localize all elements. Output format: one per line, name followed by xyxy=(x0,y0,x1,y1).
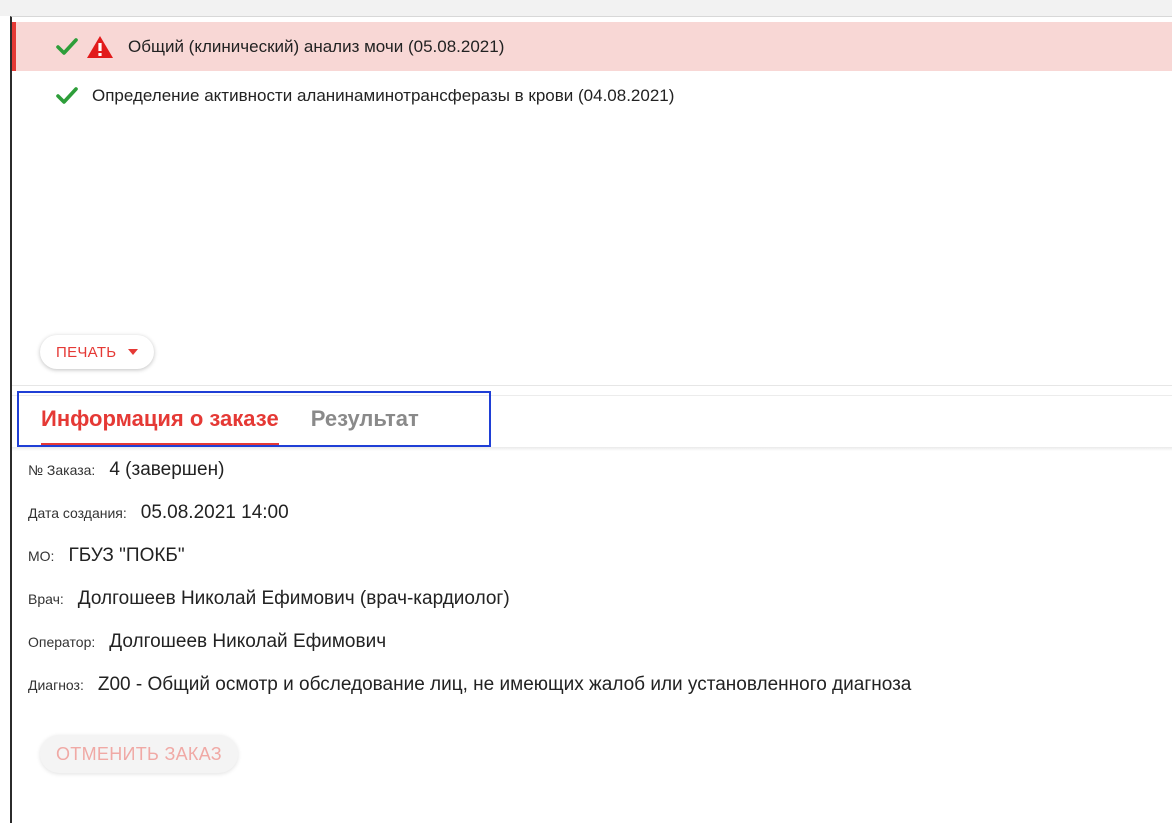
doctor-field: Врач: Долгошеев Николай Ефимович (врач-к… xyxy=(28,588,911,631)
caret-down-icon xyxy=(128,349,139,355)
operator-label: Оператор: xyxy=(28,634,96,650)
top-shade xyxy=(0,0,1172,16)
analysis-list: Общий (клинический) анализ мочи (05.08.2… xyxy=(12,22,1172,120)
created-date-label: Дата создания: xyxy=(28,505,127,521)
diagnosis-value: Z00 - Общий осмотр и обследование лиц, н… xyxy=(97,674,912,695)
tab-order-info[interactable]: Информация о заказе xyxy=(41,406,279,445)
analysis-item[interactable]: Общий (клинический) анализ мочи (05.08.2… xyxy=(12,22,1172,71)
order-number-label: № Заказа: xyxy=(28,462,96,478)
tab-bar: Информация о заказе Результат xyxy=(17,391,491,447)
diagnosis-field: Диагноз: Z00 - Общий осмотр и обследован… xyxy=(28,674,911,717)
created-date-field: Дата создания: 05.08.2021 14:00 xyxy=(28,502,911,545)
analysis-item-label: Определение активности аланинаминотрансф… xyxy=(92,85,675,105)
order-info: № Заказа: 4 (завершен) Дата создания: 05… xyxy=(28,459,911,717)
operator-value: Долгошеев Николай Ефимович xyxy=(109,631,387,652)
check-icon xyxy=(56,37,78,56)
mo-label: МО: xyxy=(28,548,55,564)
mo-field: МО: ГБУЗ "ПОКБ" xyxy=(28,545,911,588)
diagnosis-label: Диагноз: xyxy=(28,677,84,693)
divider xyxy=(12,385,1172,386)
tab-result[interactable]: Результат xyxy=(311,406,419,432)
mo-value: ГБУЗ "ПОКБ" xyxy=(68,545,185,566)
analysis-item-label: Общий (клинический) анализ мочи (05.08.2… xyxy=(128,36,505,56)
print-button[interactable]: ПЕЧАТЬ xyxy=(40,335,155,369)
created-date-value: 05.08.2021 14:00 xyxy=(140,502,289,523)
operator-field: Оператор: Долгошеев Николай Ефимович xyxy=(28,631,911,674)
doctor-label: Врач: xyxy=(28,591,64,607)
analysis-item[interactable]: Определение активности аланинаминотрансф… xyxy=(12,71,1172,120)
tab-bar-shadow xyxy=(12,447,1172,451)
print-button-label: ПЕЧАТЬ xyxy=(56,343,117,361)
cancel-order-button[interactable]: ОТМЕНИТЬ ЗАКАЗ xyxy=(40,735,238,773)
order-number-value: 4 (завершен) xyxy=(109,459,225,480)
order-panel: Общий (клинический) анализ мочи (05.08.2… xyxy=(10,16,1172,823)
warning-triangle-icon xyxy=(86,35,114,59)
cancel-order-button-label: ОТМЕНИТЬ ЗАКАЗ xyxy=(56,743,222,764)
check-icon xyxy=(56,86,78,105)
order-number-field: № Заказа: 4 (завершен) xyxy=(28,459,911,502)
doctor-value: Долгошеев Николай Ефимович (врач-кардиол… xyxy=(77,588,510,609)
